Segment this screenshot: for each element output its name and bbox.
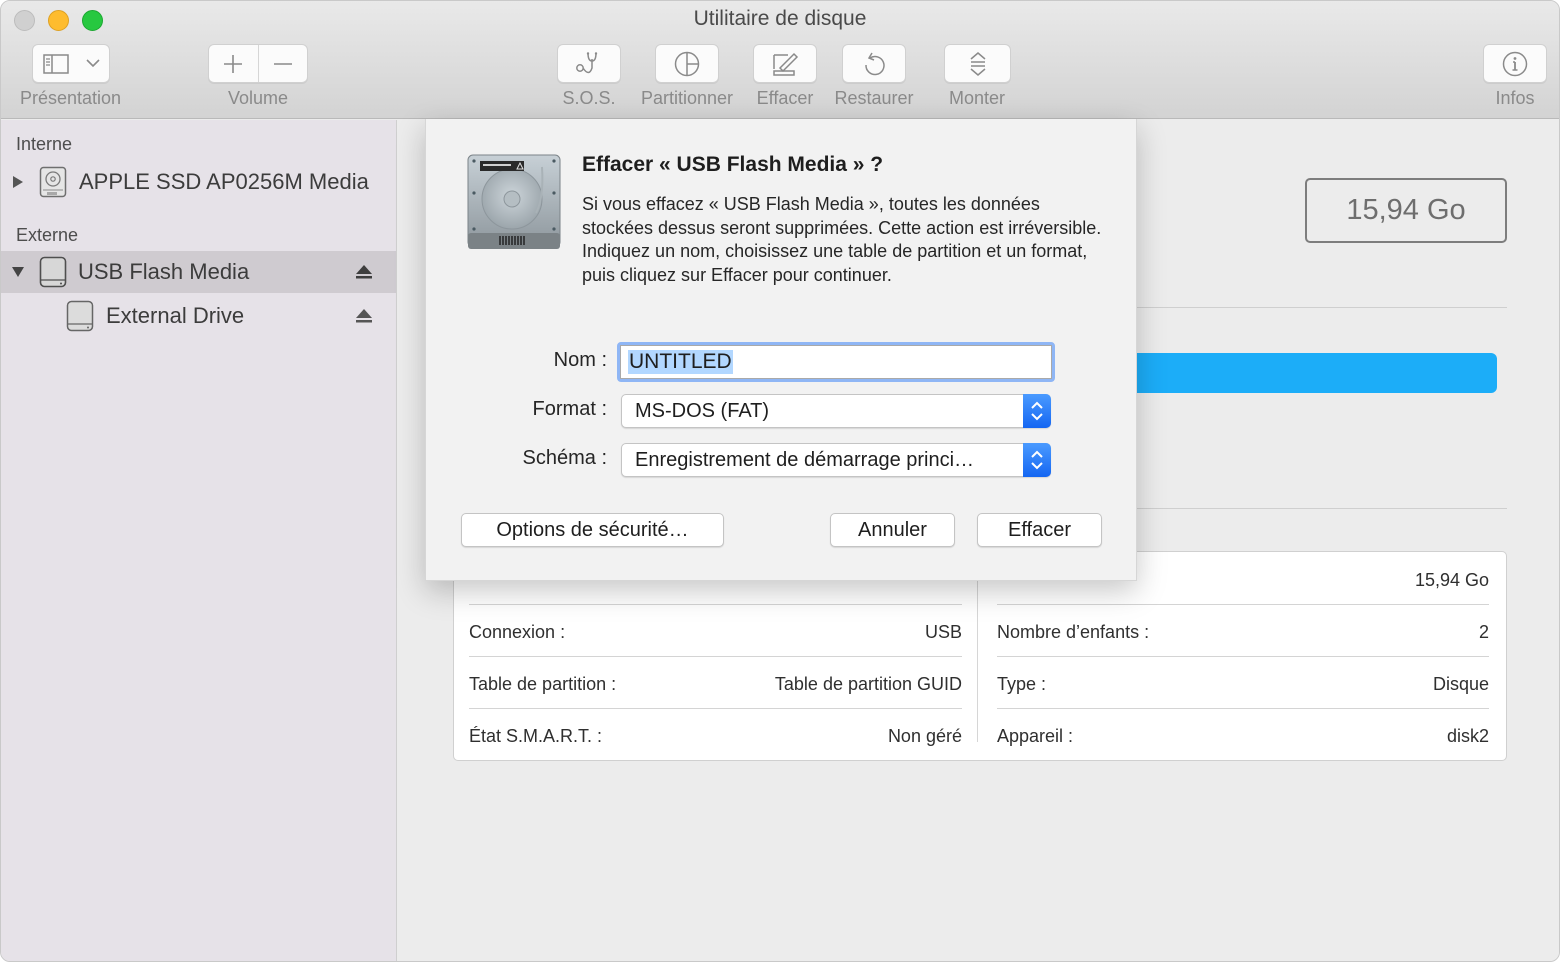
external-volume-icon: [66, 300, 94, 337]
sidebar-item-label: External Drive: [106, 303, 245, 328]
restore-button[interactable]: [842, 44, 906, 83]
plus-icon: [223, 54, 243, 74]
mount-label: Monter: [948, 88, 1006, 108]
disclosure-triangle-expanded-icon[interactable]: [11, 265, 25, 279]
erase-button[interactable]: Effacer: [977, 513, 1102, 547]
info-row: Nombre d’enfants : 2: [997, 606, 1489, 658]
window-title: Utilitaire de disque: [693, 7, 867, 30]
erase-toolbar-label: Effacer: [756, 88, 814, 108]
volume-label: Volume: [227, 88, 289, 108]
info-value: Disque: [1432, 673, 1489, 694]
disk-utility-window: Utilitaire de disque Présentation Volume: [0, 0, 1560, 962]
dialog-message: Si vous effacez « USB Flash Media », tou…: [582, 194, 1102, 286]
presentation-button[interactable]: [32, 44, 110, 83]
remove-volume-button[interactable]: [259, 45, 308, 82]
sidebar-item-label: APPLE SSD AP0256M Media: [79, 169, 369, 194]
info-value: Table de partition GUID: [774, 673, 962, 694]
row-divider: [997, 604, 1489, 605]
info-row: Table de partition : Table de partition …: [469, 658, 962, 710]
restore-arrow-icon: [862, 51, 886, 77]
info-row: Type : Disque: [997, 658, 1489, 710]
info-label: Infos: [1495, 88, 1535, 108]
pie-chart-icon: [674, 51, 700, 77]
format-label: Format :: [532, 398, 607, 420]
info-row: Connexion : USB: [469, 606, 962, 658]
info-label: Nombre d’enfants :: [997, 621, 1150, 642]
format-select[interactable]: MS-DOS (FAT): [621, 394, 1051, 428]
scheme-select-value: Enregistrement de démarrage princi…: [635, 448, 975, 471]
internal-disk-icon: [39, 166, 67, 203]
info-row: État S.M.A.R.T. : Non géré: [469, 710, 962, 762]
dialog-title: Effacer « USB Flash Media » ?: [582, 153, 884, 176]
sidebar-item-apple-ssd[interactable]: APPLE SSD AP0256M Media: [1, 161, 396, 203]
row-divider: [469, 708, 962, 709]
row-divider: [997, 656, 1489, 657]
sidebar: Interne APPLE SSD AP0256M Media Externe …: [1, 120, 397, 961]
info-button[interactable]: [1483, 44, 1547, 83]
cancel-button[interactable]: Annuler: [830, 513, 955, 547]
mount-icon: [968, 51, 988, 77]
info-row: Appareil : disk2: [997, 710, 1489, 762]
info-label: Connexion :: [469, 621, 566, 642]
eject-icon[interactable]: [355, 263, 373, 281]
info-value: 15,94 Go: [1414, 569, 1489, 590]
sidebar-section-external: Externe: [16, 225, 79, 245]
eject-icon[interactable]: [355, 307, 373, 325]
up-down-chevron-icon: [1023, 394, 1051, 428]
name-input-value: UNTITLED: [628, 350, 733, 374]
info-label: Table de partition :: [469, 673, 617, 694]
external-disk-icon: [39, 256, 67, 293]
sidebar-item-external-drive[interactable]: External Drive: [1, 295, 396, 337]
info-label: Type :: [997, 673, 1047, 694]
format-select-value: MS-DOS (FAT): [635, 399, 770, 422]
security-options-button[interactable]: Options de sécurité…: [461, 513, 724, 547]
name-input[interactable]: UNTITLED: [617, 342, 1055, 382]
presentation-label: Présentation: [19, 88, 122, 108]
first-aid-label: S.O.S.: [562, 88, 616, 108]
partition-button[interactable]: [655, 44, 719, 83]
info-icon: [1502, 51, 1528, 77]
volume-button-group: [208, 44, 308, 83]
stethoscope-icon: [575, 51, 603, 77]
restore-label: Restaurer: [834, 88, 914, 108]
toolbar: Utilitaire de disque Présentation Volume: [1, 1, 1559, 119]
info-value: 2: [1478, 621, 1489, 642]
erase-dialog: Effacer « USB Flash Media » ? Si vous ef…: [425, 119, 1137, 581]
info-value: USB: [924, 621, 962, 642]
up-down-chevron-icon: [1023, 443, 1051, 477]
info-column-left: Connexion : USB Table de partition : Tab…: [469, 552, 962, 760]
sidebar-section-internal: Interne: [16, 134, 73, 154]
row-divider: [469, 604, 962, 605]
hard-drive-icon: [466, 153, 562, 258]
scheme-select[interactable]: Enregistrement de démarrage princi…: [621, 443, 1051, 477]
info-value: disk2: [1446, 725, 1489, 746]
row-divider: [997, 708, 1489, 709]
scheme-label: Schéma :: [522, 447, 607, 469]
disk-info-panel: Connexion : USB Table de partition : Tab…: [453, 551, 1507, 761]
info-label: Appareil :: [997, 725, 1074, 746]
capacity-badge: 15,94 Go: [1305, 178, 1507, 243]
sidebar-item-label: USB Flash Media: [78, 259, 250, 284]
info-column-right: 15,94 Go Nombre d’enfants : 2 Type : Dis…: [997, 552, 1489, 760]
add-volume-button[interactable]: [209, 45, 259, 82]
mount-button[interactable]: [944, 44, 1011, 83]
row-divider: [469, 656, 962, 657]
first-aid-button[interactable]: [557, 44, 621, 83]
partition-label: Partitionner: [640, 88, 734, 108]
sidebar-item-usb-flash-media[interactable]: USB Flash Media: [1, 251, 396, 293]
minus-icon: [273, 62, 293, 66]
name-label: Nom :: [553, 349, 607, 371]
info-label: État S.M.A.R.T. :: [469, 725, 603, 746]
info-value: Non géré: [887, 725, 962, 746]
sidebar-icon: [43, 53, 69, 74]
chevron-down-icon: [86, 59, 100, 68]
erase-toolbar-button[interactable]: [753, 44, 817, 83]
erase-icon: [771, 51, 799, 77]
disclosure-triangle-collapsed-icon[interactable]: [11, 175, 25, 189]
